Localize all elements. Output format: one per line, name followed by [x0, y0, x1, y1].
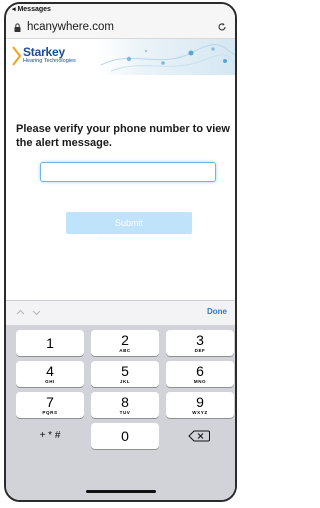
key-3[interactable]: 3 DEF [166, 330, 234, 356]
key-digit: 0 [121, 428, 129, 444]
brand-name: Starkey [23, 45, 65, 59]
symbols-key[interactable]: + * # [16, 423, 84, 449]
key-letters: JKL [119, 379, 131, 384]
brand-subtitle: Hearing Technologies [23, 58, 76, 64]
key-7[interactable]: 7 PQRS [16, 392, 84, 418]
key-digit: 6 [196, 363, 204, 379]
key-letters: GHI [45, 379, 55, 384]
status-bar-back-link[interactable]: ◂ Messages [6, 4, 235, 16]
key-letters: ABC [119, 348, 131, 353]
key-digit: 4 [46, 363, 54, 379]
key-letters: WXYZ [192, 410, 208, 415]
chevron-down-icon[interactable] [32, 308, 41, 317]
submit-button[interactable]: Submit [66, 212, 192, 234]
key-5[interactable]: 5 JKL [91, 361, 159, 387]
brand-banner: Starkey Hearing Technologies [6, 39, 235, 75]
key-letters: PQRS [42, 410, 58, 415]
key-digit: 2 [121, 332, 129, 348]
phone-frame: ◂ Messages hcanywhere.com Starkey Hearin… [4, 2, 237, 502]
starkey-mark-icon [12, 46, 21, 66]
done-button[interactable]: Done [207, 307, 227, 316]
browser-address-bar[interactable]: hcanywhere.com [6, 16, 235, 39]
key-digit: 5 [121, 363, 129, 379]
key-1[interactable]: 1 [16, 330, 84, 356]
key-9[interactable]: 9 WXYZ [166, 392, 234, 418]
phone-number-input[interactable] [40, 162, 216, 182]
key-2[interactable]: 2 ABC [91, 330, 159, 356]
key-digit: 1 [46, 335, 54, 351]
decorative-network-graphic [101, 43, 235, 72]
key-digit: 9 [196, 394, 204, 410]
key-4[interactable]: 4 GHI [16, 361, 84, 387]
keyboard-accessory-bar: Done [6, 300, 235, 325]
home-indicator[interactable] [86, 490, 156, 493]
key-0[interactable]: 0 [91, 423, 159, 449]
reload-icon[interactable] [217, 22, 227, 32]
key-digit: 3 [196, 332, 204, 348]
key-8[interactable]: 8 TUV [91, 392, 159, 418]
chevron-up-icon[interactable] [16, 308, 25, 317]
lock-icon [14, 22, 21, 32]
url-text[interactable]: hcanywhere.com [27, 21, 217, 33]
back-to-messages-label[interactable]: ◂ Messages [12, 6, 51, 13]
key-letters: TUV [119, 410, 131, 415]
key-digit: 7 [46, 394, 54, 410]
brand-logo: Starkey Hearing Technologies [12, 46, 76, 66]
key-digit: 8 [121, 394, 129, 410]
key-6[interactable]: 6 MNO [166, 361, 234, 387]
key-letters: DEF [194, 348, 206, 353]
backspace-icon[interactable] [166, 423, 234, 449]
numeric-keypad: 1 2 ABC 3 DEF 4 GHI 5 JKL 6 MNO 7 PQRS 8… [6, 325, 235, 500]
verification-prompt: Please verify your phone number to view … [16, 123, 230, 149]
key-letters: MNO [193, 379, 207, 384]
